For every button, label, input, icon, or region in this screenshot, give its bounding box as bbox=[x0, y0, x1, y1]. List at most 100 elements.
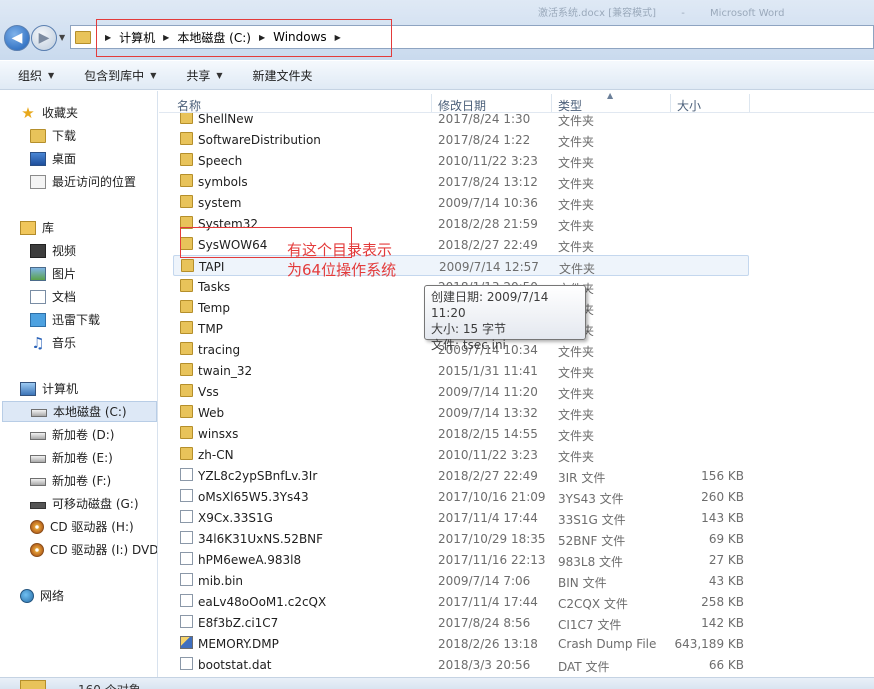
nav-downloads[interactable]: 下载 bbox=[30, 125, 76, 146]
nav-computer[interactable]: 计算机 bbox=[20, 378, 78, 399]
column-divider[interactable] bbox=[749, 94, 750, 112]
nav-videos[interactable]: 视频 bbox=[30, 240, 76, 261]
nav-drive-e[interactable]: 新加卷 (E:) bbox=[30, 447, 113, 468]
hard-drive-icon bbox=[30, 432, 46, 440]
folder-row[interactable]: Vss 2009/7/14 11:20 文件夹 bbox=[173, 381, 749, 402]
share-button[interactable]: 共享 ▼ bbox=[186, 67, 222, 84]
breadcrumb-drive-c[interactable]: ▶ 本地磁盘 (C:) bbox=[163, 29, 251, 46]
column-type[interactable]: 类型 bbox=[558, 97, 582, 114]
file-icon bbox=[180, 615, 193, 628]
nav-music[interactable]: ♫ 音乐 bbox=[30, 332, 76, 353]
folder-row[interactable]: ShellNew 2017/8/24 1:30 文件夹 bbox=[173, 113, 749, 129]
column-name[interactable]: 名称 bbox=[177, 97, 201, 114]
file-date: 2017/8/24 1:30 bbox=[438, 113, 531, 126]
file-type: 文件夹 bbox=[558, 198, 595, 212]
file-row[interactable]: X9Cx.33S1G 2017/11/4 17:44 33S1G 文件 143 KB bbox=[173, 507, 749, 528]
file-type: 文件夹 bbox=[558, 387, 595, 401]
breadcrumb-more[interactable]: ▶ bbox=[335, 33, 349, 42]
file-list[interactable]: ShellNew 2017/8/24 1:30 文件夹 SoftwareDistrib… bbox=[159, 113, 874, 677]
nav-label: 库 bbox=[42, 221, 55, 235]
nav-documents[interactable]: 文档 bbox=[30, 286, 76, 307]
file-size: 643,189 KB bbox=[674, 637, 744, 651]
nav-libraries[interactable]: 库 bbox=[20, 217, 54, 238]
file-row[interactable]: 34l6K31UxNS.52BNF 2017/10/29 18:35 52BNF 文… bbox=[173, 528, 749, 549]
nav-pictures[interactable]: 图片 bbox=[30, 263, 76, 284]
document-icon bbox=[30, 289, 46, 304]
include-in-library-button[interactable]: 包含到库中 ▼ bbox=[84, 67, 156, 84]
file-row[interactable]: mib.bin 2009/7/14 7:06 BIN 文件 43 KB bbox=[173, 570, 749, 591]
folder-row[interactable]: Speech 2010/11/22 3:23 文件夹 bbox=[173, 150, 749, 171]
nav-network[interactable]: 网络 bbox=[20, 585, 64, 606]
crash-dump-icon bbox=[180, 636, 193, 649]
nav-favorites[interactable]: ★ 收藏夹 bbox=[20, 102, 78, 123]
address-bar[interactable]: ▶ 计算机 ▶ 本地磁盘 (C:) ▶ Windows ▶ bbox=[70, 25, 874, 49]
folder-row[interactable]: Web 2009/7/14 13:32 文件夹 bbox=[173, 402, 749, 423]
video-icon bbox=[30, 243, 46, 258]
recent-pages-dropdown[interactable]: ▼ bbox=[59, 33, 65, 42]
folder-row[interactable]: winsxs 2018/2/15 14:55 文件夹 bbox=[173, 423, 749, 444]
nav-desktop[interactable]: 桌面 bbox=[30, 148, 76, 169]
file-date: 2017/11/4 17:44 bbox=[438, 595, 538, 609]
library-icon bbox=[20, 220, 36, 235]
breadcrumb-windows[interactable]: ▶ Windows bbox=[259, 30, 327, 44]
nav-label: 图片 bbox=[52, 267, 77, 281]
chevron-down-icon: ▼ bbox=[48, 70, 55, 80]
folder-icon bbox=[180, 237, 193, 250]
file-size: 156 KB bbox=[701, 469, 744, 483]
column-divider[interactable] bbox=[551, 94, 552, 112]
nav-drive-c[interactable]: 本地磁盘 (C:) bbox=[2, 401, 157, 422]
breadcrumb-computer[interactable]: ▶ 计算机 bbox=[105, 29, 155, 46]
folder-row[interactable]: TAPI 2009/7/14 12:57 文件夹 bbox=[173, 255, 749, 276]
file-date: 2018/2/28 21:59 bbox=[438, 217, 538, 231]
column-size[interactable]: 大小 bbox=[677, 97, 701, 114]
cd-drive-icon bbox=[30, 519, 44, 534]
file-date: 2017/11/4 17:44 bbox=[438, 511, 538, 525]
file-type: 文件夹 bbox=[558, 114, 595, 128]
folder-icon bbox=[180, 195, 193, 208]
folder-row[interactable]: zh-CN 2010/11/22 3:23 文件夹 bbox=[173, 444, 749, 465]
nav-drive-h[interactable]: CD 驱动器 (H:) bbox=[30, 516, 134, 537]
file-type: C2CQX 文件 bbox=[558, 597, 628, 611]
recent-places-icon bbox=[30, 174, 46, 189]
folder-row[interactable]: symbols 2017/8/24 13:12 文件夹 bbox=[173, 171, 749, 192]
nav-drive-g[interactable]: 可移动磁盘 (G:) bbox=[30, 493, 139, 514]
file-name: E8f3bZ.ci1C7 bbox=[198, 616, 279, 630]
file-row[interactable]: oMsXl65W5.3Ys43 2017/10/16 21:09 3YS43 文件 2… bbox=[173, 486, 749, 507]
nav-label: CD 驱动器 (I:) DVD bbox=[50, 543, 158, 557]
nav-drive-i[interactable]: CD 驱动器 (I:) DVD bbox=[30, 539, 158, 560]
arrow-right-icon: ▶ bbox=[38, 30, 50, 46]
file-row[interactable]: eaLv48oOoM1.c2cQX 2017/11/4 17:44 C2CQX 文件… bbox=[173, 591, 749, 612]
forward-button[interactable]: ▶ bbox=[31, 25, 57, 51]
file-row[interactable]: hPM6eweA.983l8 2017/11/16 22:13 983L8 文件 27… bbox=[173, 549, 749, 570]
folder-row[interactable]: SoftwareDistribution 2017/8/24 1:22 文件夹 bbox=[173, 129, 749, 150]
folder-row[interactable]: System32 2018/2/28 21:59 文件夹 bbox=[173, 213, 749, 234]
folder-icon bbox=[180, 426, 193, 439]
file-type: 文件夹 bbox=[558, 429, 595, 443]
file-row[interactable]: bootstat.dat 2018/3/3 20:56 DAT 文件 66 KB bbox=[173, 654, 749, 675]
folder-row[interactable]: twain_32 2015/1/31 11:41 文件夹 bbox=[173, 360, 749, 381]
file-name: System32 bbox=[198, 217, 259, 231]
file-row[interactable]: E8f3bZ.ci1C7 2017/8/24 8:56 CI1C7 文件 142 KB bbox=[173, 612, 749, 633]
folder-icon bbox=[20, 680, 46, 689]
file-icon bbox=[180, 531, 193, 544]
organize-button[interactable]: 组织 ▼ bbox=[18, 67, 54, 84]
file-row[interactable]: YZL8c2ypSBnfLv.3Ir 2018/2/27 22:49 3IR 文件 1… bbox=[173, 465, 749, 486]
folder-icon bbox=[180, 216, 193, 229]
column-date[interactable]: 修改日期 bbox=[438, 97, 486, 114]
column-divider[interactable] bbox=[670, 94, 671, 112]
file-row[interactable]: MEMORY.DMP 2018/2/26 13:18 Crash Dump File… bbox=[173, 633, 749, 654]
nav-label: 迅雷下载 bbox=[52, 313, 101, 327]
hard-drive-icon bbox=[31, 409, 47, 417]
folder-icon bbox=[180, 405, 193, 418]
nav-thunder-downloads[interactable]: 迅雷下载 bbox=[30, 309, 100, 330]
navigation-pane[interactable]: ★ 收藏夹 下载 桌面 最近访问的位置 库 视频 图片 文档 迅雷下载 ♫ 音乐 计… bbox=[0, 91, 158, 677]
file-date: 2009/7/14 13:32 bbox=[438, 406, 538, 420]
back-button[interactable]: ◀ bbox=[4, 25, 30, 51]
column-divider[interactable] bbox=[431, 94, 432, 112]
new-folder-button[interactable]: 新建文件夹 bbox=[253, 67, 313, 84]
nav-drive-f[interactable]: 新加卷 (F:) bbox=[30, 470, 111, 491]
folder-row[interactable]: SysWOW64 2018/2/27 22:49 文件夹 bbox=[173, 234, 749, 255]
folder-row[interactable]: system 2009/7/14 10:36 文件夹 bbox=[173, 192, 749, 213]
nav-recent-places[interactable]: 最近访问的位置 bbox=[30, 171, 136, 192]
nav-drive-d[interactable]: 新加卷 (D:) bbox=[30, 424, 114, 445]
